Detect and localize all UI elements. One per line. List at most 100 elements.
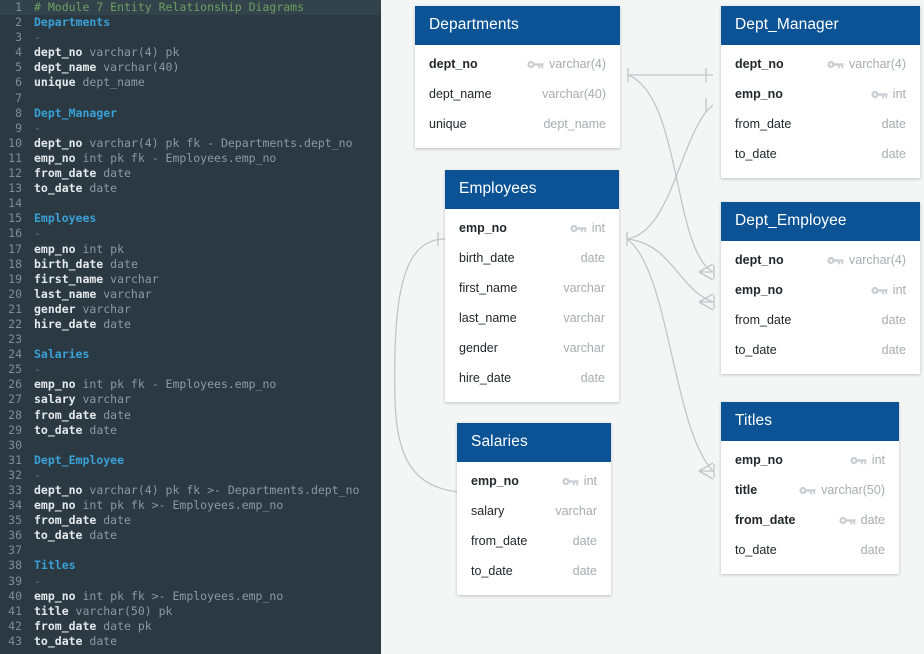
code-line[interactable]: 42 from_date date pk xyxy=(0,619,381,634)
code-line-text: dept_no varchar(4) pk fk >- Departments.… xyxy=(22,483,359,498)
code-line[interactable]: 24 Salaries xyxy=(0,347,381,362)
er-column-type: int xyxy=(892,283,906,297)
er-column-row[interactable]: to_date date xyxy=(721,335,920,365)
code-line[interactable]: 26 emp_no int pk fk - Employees.emp_no xyxy=(0,377,381,392)
code-line[interactable]: 32- xyxy=(0,468,381,483)
code-line-text: emp_no int pk fk - Employees.emp_no xyxy=(22,151,276,166)
er-column-row[interactable]: to_date date xyxy=(457,556,611,586)
code-editor-pane[interactable]: 1 # Module 7 Entity Relationship Diagrams… xyxy=(0,0,381,654)
code-line[interactable]: 21 gender varchar xyxy=(0,302,381,317)
code-token-field: title xyxy=(34,603,69,618)
er-column-row[interactable]: from_date date xyxy=(721,109,920,139)
er-column-row[interactable]: salary varchar xyxy=(457,496,611,526)
code-line[interactable]: 5 dept_name varchar(40) xyxy=(0,60,381,75)
code-line[interactable]: 1 # Module 7 Entity Relationship Diagrams xyxy=(0,0,381,16)
er-column-row[interactable]: hire_date date xyxy=(445,363,619,393)
er-column-name: from_date xyxy=(735,117,792,131)
code-line[interactable]: 31 Dept_Employee xyxy=(0,453,381,468)
er-column-row[interactable]: dept_no varchar(4) xyxy=(721,245,920,275)
code-line[interactable]: 11 emp_no int pk fk - Employees.emp_no xyxy=(0,151,381,166)
er-column-type: varchar(50) xyxy=(821,483,885,497)
code-line[interactable]: 29 to_date date xyxy=(0,423,381,438)
er-column-row[interactable]: from_date date xyxy=(457,526,611,556)
er-column-row[interactable]: dept_no varchar(4) xyxy=(721,49,920,79)
code-line[interactable]: 35 from_date date xyxy=(0,513,381,528)
er-column-row[interactable]: gender varchar xyxy=(445,333,619,363)
er-column-type: date xyxy=(881,117,906,131)
er-column-type: varchar(40) xyxy=(542,87,606,101)
er-column-row[interactable]: dept_name varchar(40) xyxy=(415,79,620,109)
code-token-field: to_date xyxy=(34,422,83,437)
code-token-type: date xyxy=(96,316,131,331)
er-table-titles[interactable]: Titles emp_no int title varchar(50) from_date… xyxy=(721,402,899,574)
code-line[interactable]: 38 Titles xyxy=(0,558,381,573)
er-column-row[interactable]: to_date date xyxy=(721,139,920,169)
er-column-row[interactable]: emp_no int xyxy=(721,79,920,109)
er-column-row[interactable]: emp_no int xyxy=(457,466,611,496)
er-column-row[interactable]: emp_no int xyxy=(445,213,619,243)
er-column-row[interactable]: unique dept_name xyxy=(415,109,620,139)
code-line[interactable]: 19 first_name varchar xyxy=(0,272,381,287)
code-line[interactable]: 4 dept_no varchar(4) pk xyxy=(0,45,381,60)
er-column-row[interactable]: first_name varchar xyxy=(445,273,619,303)
er-column-row[interactable]: from_date date xyxy=(721,505,899,535)
code-token-type: date xyxy=(82,422,118,437)
er-column-row[interactable]: title varchar(50) xyxy=(721,475,899,505)
code-line[interactable]: 37 xyxy=(0,543,381,558)
code-line-text: first_name varchar xyxy=(22,272,159,287)
code-line[interactable]: 10 dept_no varchar(4) pk fk - Departments… xyxy=(0,136,381,151)
line-number: 30 xyxy=(8,437,22,452)
line-number: 28 xyxy=(8,407,22,422)
code-line[interactable]: 20 last_name varchar xyxy=(0,287,381,302)
code-line[interactable]: 17 emp_no int pk xyxy=(0,242,381,257)
code-line[interactable]: 16- xyxy=(0,226,381,241)
er-table-departments[interactable]: Departments dept_no varchar(4) dept_name var… xyxy=(415,6,620,148)
er-column-row[interactable]: last_name varchar xyxy=(445,303,619,333)
code-line[interactable]: 15 Employees xyxy=(0,211,381,226)
code-line[interactable]: 8 Dept_Manager xyxy=(0,106,381,121)
code-line[interactable]: 18 birth_date date xyxy=(0,257,381,272)
code-line[interactable]: 2 Departments xyxy=(0,15,381,30)
code-line[interactable]: 13 to_date date xyxy=(0,181,381,196)
code-line-text: emp_no int pk fk >- Employees.emp_no xyxy=(22,498,283,513)
line-number: 14 xyxy=(8,196,22,211)
code-token-field: to_date xyxy=(34,181,83,196)
code-token-type: date xyxy=(103,256,138,271)
line-number: 29 xyxy=(8,422,22,437)
er-column-type: int xyxy=(591,221,605,235)
line-number: 38 xyxy=(8,558,22,573)
code-line[interactable]: 7 xyxy=(0,91,381,106)
er-table-dept_manager[interactable]: Dept_Manager dept_no varchar(4) emp_no int fr… xyxy=(721,6,920,178)
code-line[interactable]: 27 salary varchar xyxy=(0,392,381,407)
line-number: 2 xyxy=(15,15,22,30)
code-line[interactable]: 41 title varchar(50) pk xyxy=(0,604,381,619)
code-line[interactable]: 34 emp_no int pk fk >- Employees.emp_no xyxy=(0,498,381,513)
code-line[interactable]: 43 to_date date xyxy=(0,634,381,649)
code-line[interactable]: 3- xyxy=(0,30,381,45)
code-line[interactable]: 40 emp_no int pk fk >- Employees.emp_no xyxy=(0,589,381,604)
code-line[interactable]: 22 hire_date date xyxy=(0,317,381,332)
er-table-dept_employee[interactable]: Dept_Employee dept_no varchar(4) emp_no int f… xyxy=(721,202,920,374)
code-token-type: varchar(50) pk xyxy=(68,603,173,618)
er-table-employees[interactable]: Employees emp_no int birth_date date first_na… xyxy=(445,170,619,402)
code-line[interactable]: 30 xyxy=(0,438,381,453)
er-column-row[interactable]: emp_no int xyxy=(721,445,899,475)
code-line[interactable]: 28 from_date date xyxy=(0,408,381,423)
code-line[interactable]: 6 unique dept_name xyxy=(0,75,381,90)
code-line[interactable]: 23 xyxy=(0,332,381,347)
er-column-row[interactable]: dept_no varchar(4) xyxy=(415,49,620,79)
code-line[interactable]: 33 dept_no varchar(4) pk fk >- Department… xyxy=(0,483,381,498)
code-line[interactable]: 12 from_date date xyxy=(0,166,381,181)
code-editor-lines[interactable]: 1 # Module 7 Entity Relationship Diagrams… xyxy=(0,0,381,649)
code-line[interactable]: 25- xyxy=(0,362,381,377)
code-line[interactable]: 36 to_date date xyxy=(0,528,381,543)
er-column-row[interactable]: to_date date xyxy=(721,535,899,565)
er-table-salaries[interactable]: Salaries emp_no int salary varchar from_date d… xyxy=(457,423,611,595)
code-line[interactable]: 14 xyxy=(0,196,381,211)
er-column-row[interactable]: from_date date xyxy=(721,305,920,335)
er-column-row[interactable]: birth_date date xyxy=(445,243,619,273)
diagram-canvas[interactable]: Departments dept_no varchar(4) dept_name var… xyxy=(381,0,924,654)
code-line[interactable]: 39- xyxy=(0,574,381,589)
er-column-row[interactable]: emp_no int xyxy=(721,275,920,305)
code-line[interactable]: 9- xyxy=(0,121,381,136)
